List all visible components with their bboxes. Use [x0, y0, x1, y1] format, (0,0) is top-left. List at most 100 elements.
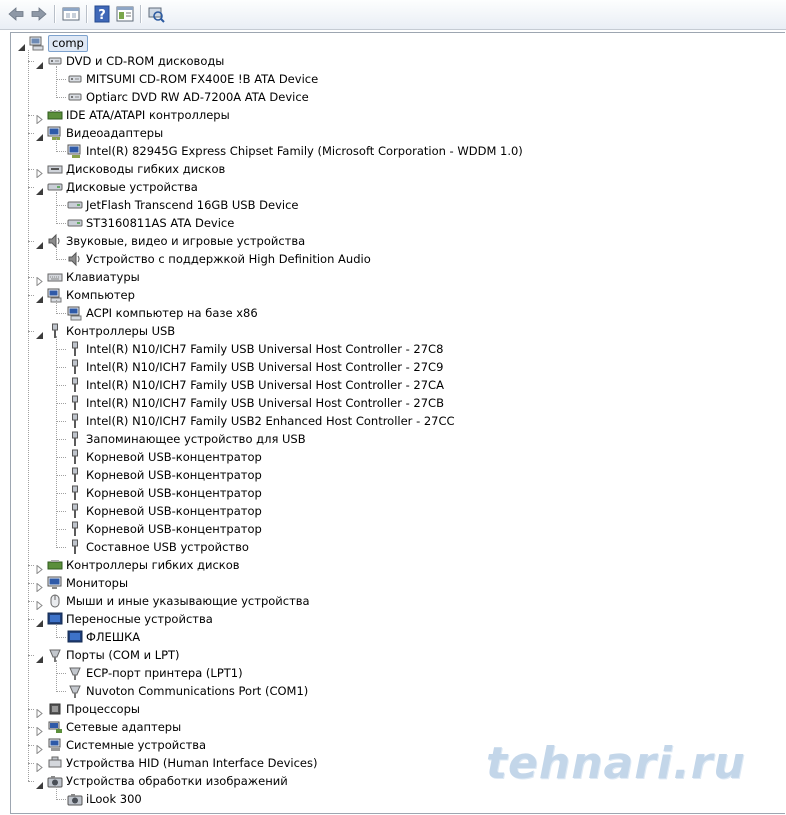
tree-connector — [56, 138, 57, 152]
tree-connector — [56, 246, 57, 260]
device-item-label: Intel(R) N10/ICH7 Family USB Universal H… — [86, 396, 444, 410]
camera-icon — [67, 791, 83, 807]
tree-connector — [56, 259, 66, 260]
tree-connector — [28, 781, 34, 782]
tree-connector — [56, 547, 66, 548]
expand-triangle-icon[interactable] — [35, 597, 44, 611]
expand-triangle-icon[interactable] — [35, 273, 44, 287]
tree-connector — [28, 50, 29, 781]
expand-triangle-icon[interactable] — [35, 723, 44, 737]
usb-icon — [67, 485, 83, 501]
device-item-label: Intel(R) N10/ICH7 Family USB Universal H… — [86, 342, 444, 356]
disk-drive-icon — [47, 179, 63, 195]
toolbar-separator — [86, 5, 88, 23]
category-11-label: Мониторы — [66, 576, 129, 590]
tree-connector — [28, 763, 34, 764]
tree-connector — [56, 97, 66, 98]
tree-connector — [28, 655, 34, 656]
expand-triangle-icon[interactable] — [35, 561, 44, 575]
tree-connector — [28, 727, 34, 728]
back-icon[interactable] — [6, 4, 26, 24]
tree-connector — [28, 565, 34, 566]
scan-hardware-icon[interactable] — [146, 4, 166, 24]
category-19-label: Устройства обработки изображений — [66, 774, 288, 788]
processor-icon — [47, 701, 63, 717]
hid-icon — [47, 755, 63, 771]
category-3-label: Видеоадаптеры — [66, 126, 164, 140]
device-item-label: JetFlash Transcend 16GB USB Device — [86, 198, 299, 212]
camera-icon — [47, 773, 63, 789]
tree-connector — [56, 205, 66, 206]
display-adapter-icon — [67, 143, 83, 159]
tree-connector — [28, 61, 34, 62]
forward-icon[interactable] — [29, 4, 49, 24]
computer-icon — [47, 287, 63, 303]
disk-drive-icon — [67, 215, 83, 231]
usb-icon — [67, 467, 83, 483]
collapse-triangle-icon[interactable] — [35, 777, 44, 789]
category-5-label: Дисковые устройства — [66, 180, 198, 194]
expand-triangle-icon[interactable] — [35, 165, 44, 179]
device-item-label: Корневой USB-концентратор — [86, 450, 262, 464]
device-item-label: Корневой USB-концентратор — [86, 504, 262, 518]
tree-connector — [56, 403, 66, 404]
tree-connector — [28, 277, 34, 278]
keyboard-icon — [47, 269, 63, 285]
expand-triangle-icon[interactable] — [35, 579, 44, 593]
floppy-controller-icon — [47, 557, 63, 573]
tree-connector — [56, 439, 66, 440]
system-device-icon — [47, 737, 63, 753]
device-item-label: Запоминающее устройство для USB — [86, 432, 306, 446]
device-item-label: Intel(R) N10/ICH7 Family USB Universal H… — [86, 360, 444, 374]
collapse-triangle-icon[interactable] — [35, 615, 44, 627]
speaker-icon — [47, 233, 63, 249]
tree-connector — [28, 115, 34, 116]
usb-icon — [67, 377, 83, 393]
up-level-icon[interactable] — [61, 4, 81, 24]
collapse-triangle-icon[interactable] — [35, 291, 44, 303]
toolbar-separator — [54, 5, 56, 23]
computer-icon — [67, 305, 83, 321]
port-icon — [47, 647, 63, 663]
help-icon[interactable]: ? — [92, 4, 112, 24]
collapse-triangle-icon[interactable] — [35, 327, 44, 339]
tree-connector — [56, 66, 57, 98]
tree-connector — [56, 300, 57, 314]
tree-connector — [28, 709, 34, 710]
expand-triangle-icon[interactable] — [35, 705, 44, 719]
collapse-triangle-icon[interactable] — [35, 129, 44, 141]
tree-connector — [56, 624, 57, 638]
tree-connector — [56, 691, 66, 692]
category-7-label: Клавиатуры — [66, 270, 140, 284]
collapse-triangle-icon[interactable] — [35, 57, 44, 69]
usb-icon — [67, 359, 83, 375]
monitor-icon — [47, 575, 63, 591]
tree-connector — [56, 786, 57, 800]
expand-triangle-icon[interactable] — [35, 111, 44, 125]
tree-connector — [56, 367, 66, 368]
device-item-label: iLook 300 — [86, 792, 142, 806]
properties-icon[interactable] — [115, 4, 135, 24]
collapse-triangle-icon[interactable] — [35, 237, 44, 249]
mouse-icon — [47, 593, 63, 609]
tree-connector — [28, 295, 34, 296]
device-item-label: Intel(R) N10/ICH7 Family USB Universal H… — [86, 378, 444, 392]
watermark: tehnari.ru — [486, 738, 746, 789]
tree-connector — [56, 637, 66, 638]
expand-triangle-icon[interactable] — [35, 741, 44, 755]
expand-triangle-icon[interactable] — [35, 759, 44, 773]
category-13-label: Переносные устройства — [66, 612, 213, 626]
tree-connector — [56, 223, 66, 224]
tree-connector — [56, 673, 66, 674]
tree-connector — [56, 336, 57, 548]
collapse-triangle-icon[interactable] — [35, 183, 44, 195]
tree-connector — [28, 331, 34, 332]
tree-connector — [56, 313, 66, 314]
category-1-label: DVD и CD-ROM дисководы — [66, 54, 225, 68]
usb-icon — [67, 539, 83, 555]
usb-icon — [67, 503, 83, 519]
computer-icon — [29, 35, 45, 51]
collapse-triangle-icon[interactable] — [17, 39, 26, 51]
tree-connector — [28, 169, 34, 170]
collapse-triangle-icon[interactable] — [35, 651, 44, 663]
